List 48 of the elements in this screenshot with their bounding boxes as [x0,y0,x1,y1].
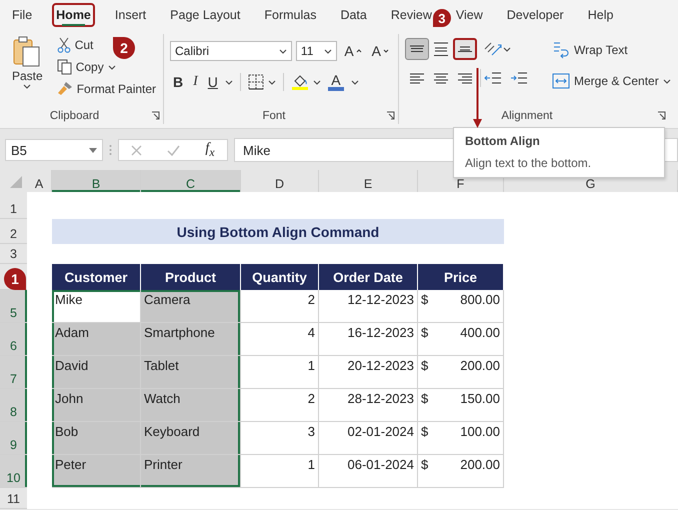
table-header: Quantity [241,264,319,290]
table-cell: Printer [141,455,241,488]
table-cell: 3 [241,422,319,455]
currency-symbol: $ [420,291,430,309]
group-label: Alignment [500,110,554,124]
table-cell: 20-12-2023 [319,356,418,389]
table-cell: David [52,356,141,389]
table-cell: 28-12-2023 [319,389,418,422]
tooltip-title: Bottom Align [465,134,541,148]
sheet-title: Using Bottom Align Command [52,219,504,244]
currency-symbol: $ [420,456,430,474]
table-cell: 06-01-2024 [319,455,418,488]
table-cell: John [52,389,141,422]
group-label: Clipboard [48,110,100,124]
table-cell: 1 [241,455,319,488]
price-value: 150.00 [459,390,501,408]
currency-symbol: $ [420,357,430,375]
currency-symbol: $ [420,423,430,441]
table-header: Customer [52,264,141,290]
table-cell: Peter [52,455,141,488]
currency-symbol: $ [420,324,430,342]
group-label: Font [261,110,286,124]
table-header: Product [141,264,241,290]
table-header: Order Date [319,264,418,290]
price-value: 800.00 [459,291,501,309]
table-cell: Tablet [141,356,241,389]
table-cell: Bob [52,422,141,455]
table-cell: 2 [241,290,319,323]
tooltip-text: Align text to the bottom. [465,156,592,170]
table-cell: 4 [241,323,319,356]
table-cell: Camera [141,290,241,323]
table-cell: 02-01-2024 [319,422,418,455]
table-header: Price [418,264,504,290]
table-cell: Smartphone [141,323,241,356]
price-value: 200.00 [459,357,501,375]
step-badge: 3 [432,9,451,27]
table-cell: Adam [52,323,141,356]
price-value: 200.00 [459,456,501,474]
price-value: 400.00 [459,324,501,342]
table-cell: 16-12-2023 [319,323,418,356]
table-cell: Watch [141,389,241,422]
table-cell: 2 [241,389,319,422]
table-cell: Mike [52,290,141,323]
table-cell: Keyboard [141,422,241,455]
table-cell: 1 [241,356,319,389]
table-cell: 12-12-2023 [319,290,418,323]
price-value: 100.00 [459,423,501,441]
currency-symbol: $ [420,390,430,408]
